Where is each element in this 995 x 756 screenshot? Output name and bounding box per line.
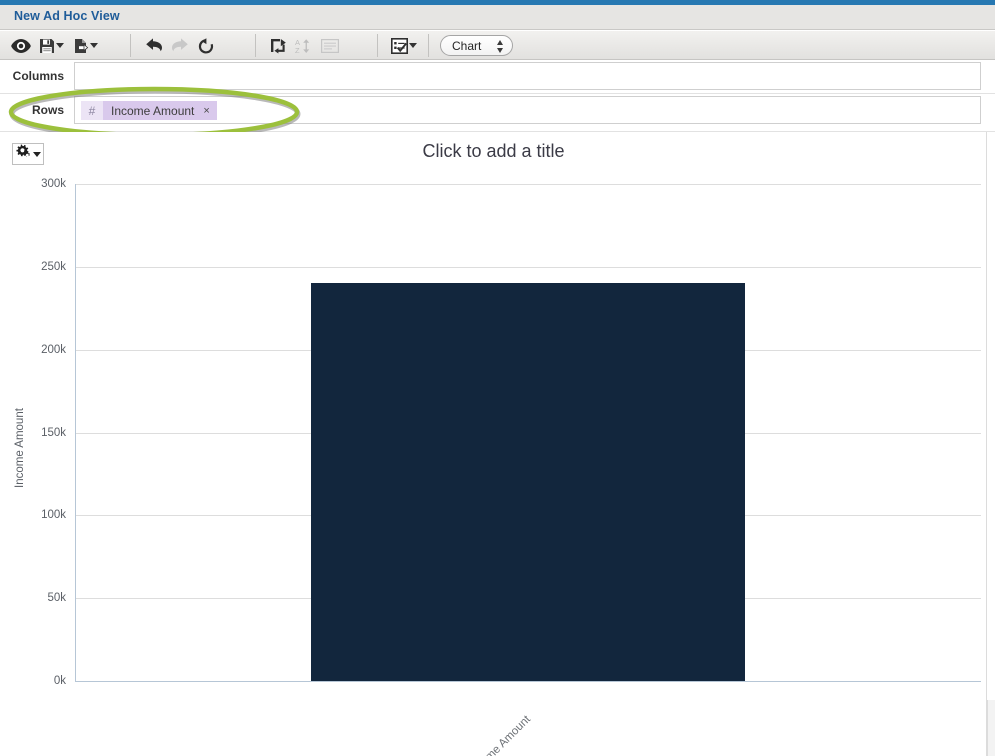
field-chip-income-amount[interactable]: # Income Amount × [81, 101, 217, 120]
page-title: New Ad Hoc View [14, 9, 120, 23]
y-axis-tick-label: 0k [53, 675, 66, 687]
svg-text:Z: Z [295, 46, 300, 54]
field-chip-label: Income Amount [111, 103, 195, 118]
columns-shelf-dropzone[interactable] [74, 62, 981, 90]
toolbar-separator-1 [130, 34, 131, 57]
checklist-icon [391, 37, 408, 54]
y-axis-tick-label: 300k [41, 178, 66, 190]
rows-shelf-dropzone[interactable]: # Income Amount × [74, 96, 981, 124]
grid-lines-icon [321, 38, 339, 53]
title-bar: New Ad Hoc View [0, 5, 995, 30]
redo-arrow-icon [170, 37, 190, 54]
gridline: 300k [41, 178, 981, 190]
toolbar-separator-4 [428, 34, 429, 57]
field-chip-body[interactable]: Income Amount × [103, 101, 217, 120]
swap-axes-icon [269, 38, 287, 54]
y-axis-tick-label: 250k [41, 260, 66, 273]
save-menu-caret-icon[interactable] [55, 43, 64, 48]
columns-shelf: Columns [0, 61, 995, 93]
rows-shelf-label: Rows [31, 103, 64, 117]
export-menu-caret-icon[interactable] [89, 43, 98, 48]
eye-icon [10, 38, 32, 54]
bar-totals[interactable] [311, 283, 745, 681]
chart-options-button[interactable] [387, 34, 421, 57]
x-axis-line [75, 681, 981, 682]
y-axis-tick-label: 50k [47, 592, 66, 605]
close-icon[interactable]: × [203, 105, 209, 117]
switch-groups-button[interactable] [265, 34, 291, 57]
y-axis-line [75, 184, 76, 681]
export-page-icon [73, 38, 89, 54]
columns-shelf-label: Columns [12, 69, 64, 83]
revert-button[interactable] [193, 34, 219, 57]
floppy-disk-icon [39, 38, 55, 54]
toolbar-group-history [141, 31, 219, 60]
sort-button[interactable]: A Z [291, 34, 317, 57]
export-button[interactable] [68, 34, 102, 57]
rows-shelf: Rows # Income Amount × [0, 95, 995, 127]
preview-eye-button[interactable] [8, 34, 34, 57]
x-axis-tick-label: Income Amount [468, 713, 533, 756]
undo-arrow-icon [144, 37, 164, 54]
y-axis-title: Income Amount [14, 408, 26, 488]
toolbar-separator-3 [377, 34, 378, 57]
y-axis-tick-label: 200k [41, 343, 66, 356]
y-axis-tick-label: 150k [41, 426, 66, 439]
gridline: 250k [41, 261, 981, 273]
stepper-arrows-icon[interactable] [497, 40, 504, 53]
revert-arrow-icon [197, 37, 215, 54]
view-type-select-value: Chart [452, 39, 482, 53]
view-type-select[interactable]: Chart [440, 35, 513, 56]
save-button[interactable] [34, 34, 68, 57]
toolbar-group-options [387, 31, 421, 60]
shelf-divider-top [0, 93, 995, 94]
plot-area: 0k 50k 100k 150k 200k 250k 300k [41, 178, 981, 687]
redo-button[interactable] [167, 34, 193, 57]
toolbar-group-file [8, 31, 102, 60]
toolbar-separator-2 [255, 34, 256, 57]
y-axis-tick-label: 100k [41, 509, 66, 522]
chart-title[interactable]: Click to add a title [0, 141, 987, 162]
chart-panel-right-border [986, 132, 987, 756]
undo-button[interactable] [141, 34, 167, 57]
grid-detail-button[interactable] [317, 34, 343, 57]
vertical-scrollbar[interactable] [987, 700, 995, 756]
sort-az-icon: A Z [295, 38, 313, 54]
chart-panel: Click to add a title Income Amount 0k 50k… [0, 132, 987, 756]
toolbar-group-layout: A Z [265, 31, 343, 60]
chart-options-menu-caret-icon[interactable] [409, 43, 417, 48]
measure-type-icon: # [88, 103, 96, 118]
